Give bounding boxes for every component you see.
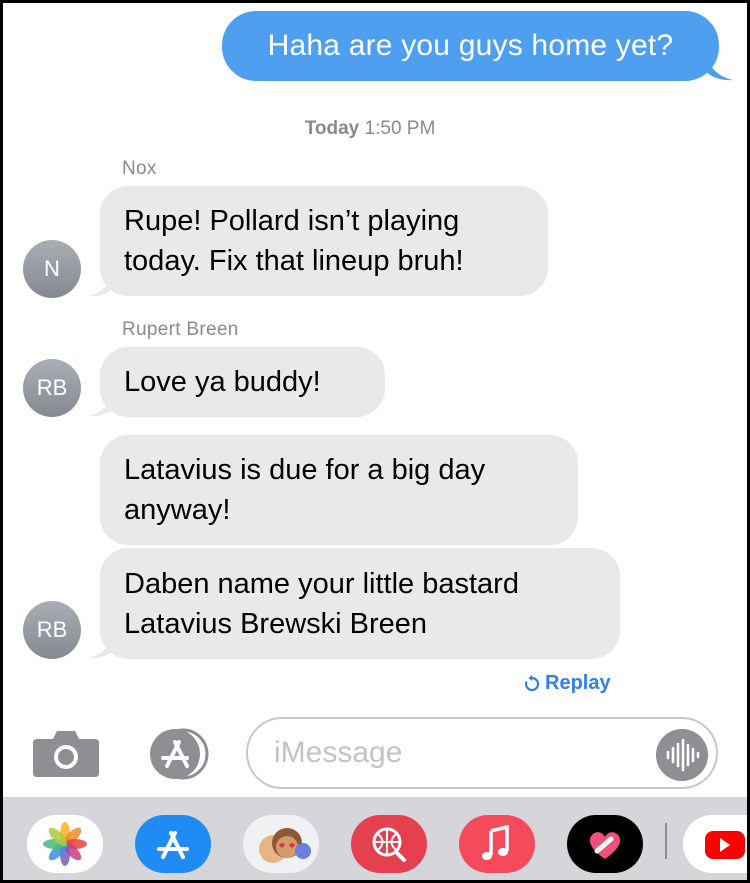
sender-name: Nox bbox=[122, 158, 157, 179]
memoji-app-icon[interactable] bbox=[243, 815, 319, 873]
outgoing-message-bubble[interactable]: Haha are you guys home yet? bbox=[222, 11, 719, 81]
incoming-message-bubble[interactable]: Rupe! Pollard isn’t playing today. Fix t… bbox=[100, 186, 548, 296]
photos-app-icon[interactable] bbox=[27, 815, 103, 873]
incoming-message-bubble[interactable]: Daben name your little bastard Latavius … bbox=[100, 548, 620, 659]
avatar[interactable]: RB bbox=[23, 601, 81, 659]
timestamp-day: Today bbox=[304, 118, 360, 139]
youtube-app-icon[interactable] bbox=[683, 815, 747, 873]
replay-link[interactable]: Replay bbox=[523, 672, 611, 695]
app-store-app-icon[interactable] bbox=[135, 815, 211, 873]
music-app-icon[interactable] bbox=[459, 815, 535, 873]
sender-name: Rupert Breen bbox=[122, 319, 239, 340]
audio-waveform-icon[interactable] bbox=[656, 729, 708, 781]
replay-icon bbox=[524, 674, 540, 691]
drawer-divider bbox=[665, 823, 667, 859]
search-images-app-icon[interactable] bbox=[351, 815, 427, 873]
messages-screen: Haha are you guys home yet? Today 1:50 P… bbox=[3, 3, 747, 880]
app-drawer bbox=[3, 797, 747, 880]
avatar[interactable]: RB bbox=[23, 359, 81, 417]
imessage-placeholder: iMessage bbox=[274, 736, 403, 769]
incoming-message-bubble[interactable]: Latavius is due for a big day anyway! bbox=[100, 435, 578, 545]
conversation-timestamp: Today 1:50 PM bbox=[3, 118, 737, 140]
outgoing-bubble-tail bbox=[705, 55, 733, 81]
avatar[interactable]: N bbox=[23, 240, 81, 298]
app-store-icon[interactable] bbox=[141, 728, 215, 780]
timestamp-time: 1:50 PM bbox=[364, 118, 436, 139]
imessage-input[interactable]: iMessage bbox=[246, 717, 718, 789]
incoming-message-bubble[interactable]: Love ya buddy! bbox=[100, 347, 385, 417]
camera-icon[interactable] bbox=[33, 729, 99, 777]
replay-label: Replay bbox=[545, 672, 611, 694]
digital-touch-app-icon[interactable] bbox=[567, 815, 643, 873]
